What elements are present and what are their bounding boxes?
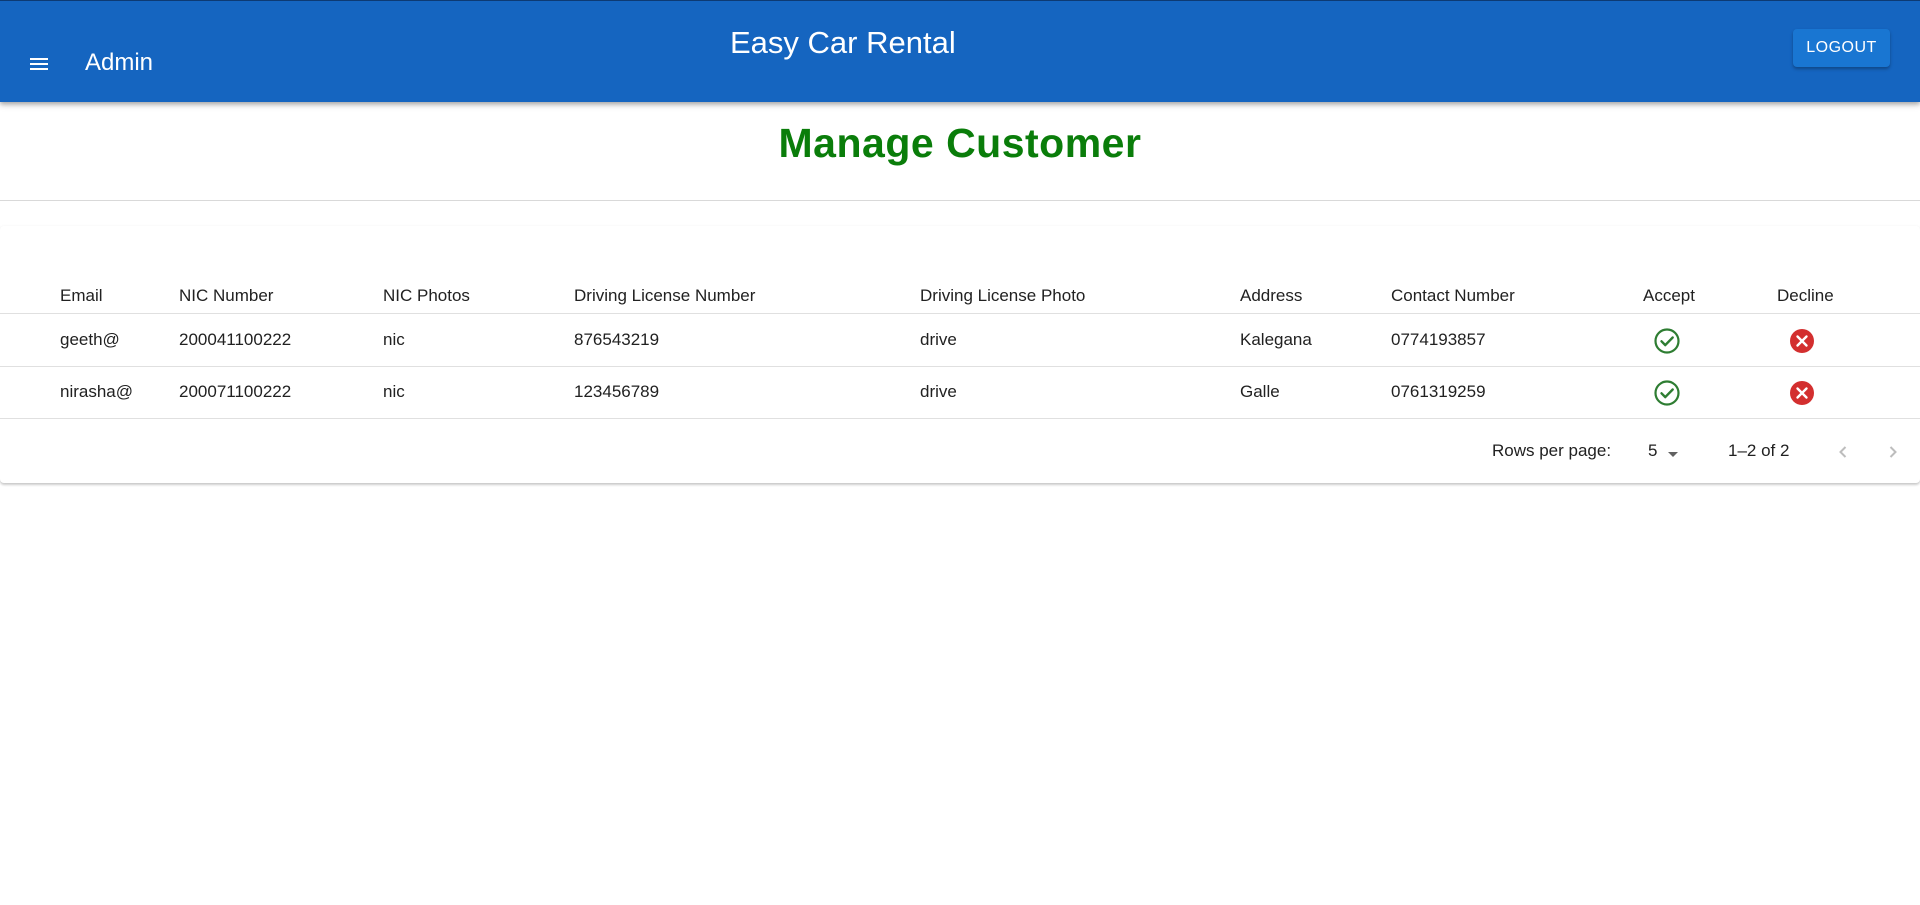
column-header-contact-number[interactable]: Contact Number (1391, 286, 1515, 306)
app-title: Easy Car Rental (730, 25, 956, 60)
divider (0, 200, 1920, 201)
cell-license-photo: drive (920, 382, 957, 401)
cell-contact: 0761319259 (1391, 382, 1486, 401)
pagination: Rows per page: 5 1–2 of 2 (0, 430, 1920, 474)
customer-table: Email NIC Number NIC Photos Driving Lice… (0, 226, 1920, 483)
cell-nic-number: 200071100222 (179, 382, 292, 401)
previous-page-icon[interactable] (1829, 438, 1857, 466)
page-title: Manage Customer (778, 120, 1142, 166)
column-header-decline[interactable]: Decline (1777, 286, 1834, 306)
table-header: Email NIC Number NIC Photos Driving Lice… (0, 282, 1920, 314)
cell-email: nirasha@ (60, 382, 134, 401)
column-header-license-photo[interactable]: Driving License Photo (920, 286, 1085, 306)
cancel-icon[interactable] (1788, 379, 1816, 407)
menu-icon[interactable] (22, 47, 56, 81)
check-circle-icon[interactable] (1653, 327, 1681, 355)
column-header-nic-number[interactable]: NIC Number (179, 286, 273, 306)
cell-nic-photos: nic (383, 330, 405, 349)
cell-nic-number: 200041100222 (179, 330, 292, 349)
cancel-icon[interactable] (1788, 327, 1816, 355)
table-row[interactable]: geeth@ 200041100222 nic 876543219 drive … (0, 315, 1920, 367)
cell-license-photo: drive (920, 330, 957, 349)
check-circle-icon[interactable] (1653, 379, 1681, 407)
section-label: Admin (85, 49, 154, 76)
cell-nic-photos: nic (383, 382, 405, 401)
cell-license-number: 876543219 (574, 330, 660, 349)
cell-license-number: 123456789 (574, 382, 660, 401)
column-header-address[interactable]: Address (1240, 286, 1302, 306)
rows-per-page-label: Rows per page: (1492, 441, 1612, 460)
cell-address: Galle (1240, 382, 1280, 401)
chevron-down-icon[interactable] (1666, 446, 1680, 464)
column-header-license-number[interactable]: Driving License Number (574, 286, 755, 306)
logout-button[interactable]: LOGOUT (1793, 29, 1890, 67)
cell-address: Kalegana (1240, 330, 1312, 349)
next-page-icon[interactable] (1879, 438, 1907, 466)
column-header-accept[interactable]: Accept (1643, 286, 1695, 306)
cell-email: geeth@ (60, 330, 120, 349)
table-row[interactable]: nirasha@ 200071100222 nic 123456789 driv… (0, 367, 1920, 419)
rows-per-page-value[interactable]: 5 (1648, 441, 1657, 461)
cell-contact: 0774193857 (1391, 330, 1486, 349)
page-range: 1–2 of 2 (1728, 441, 1790, 460)
column-header-nic-photos[interactable]: NIC Photos (383, 286, 470, 306)
app-bar: Admin Easy Car Rental LOGOUT (0, 0, 1920, 102)
column-header-email[interactable]: Email (60, 286, 103, 306)
